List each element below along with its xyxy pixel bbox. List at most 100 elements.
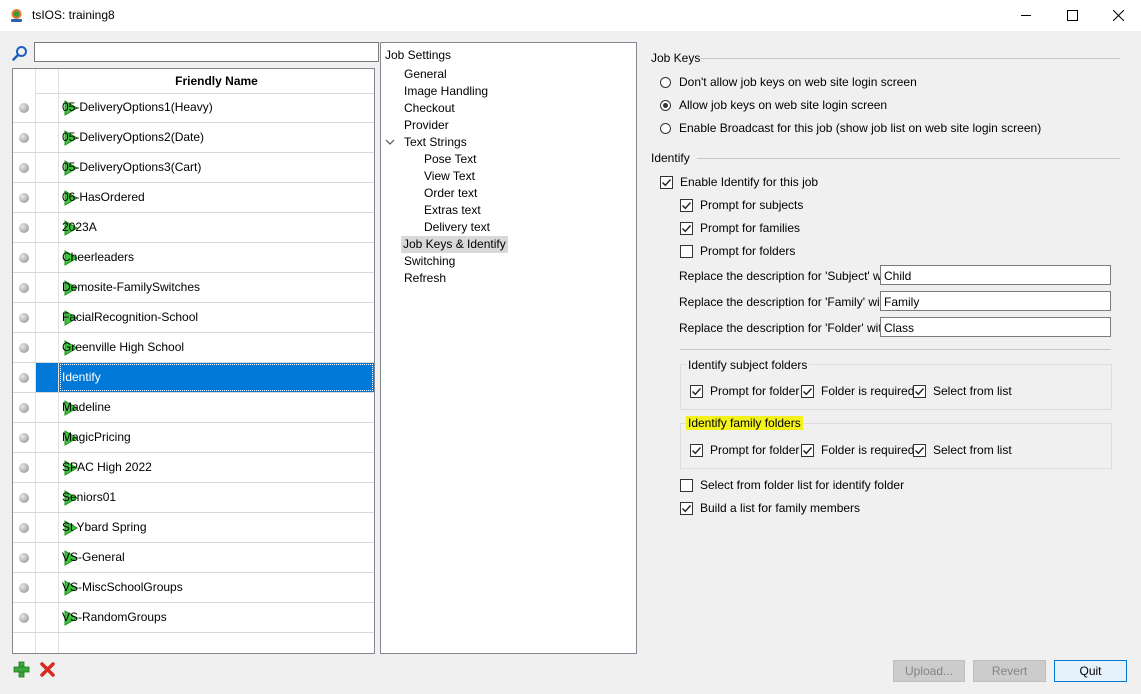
table-row[interactable]: Cheerleaders — [13, 243, 374, 273]
tree-item-job-keys-identify[interactable]: Job Keys & Identify — [401, 236, 508, 253]
tree-item-provider[interactable]: Provider — [404, 117, 449, 134]
table-row[interactable]: 06-HasOrdered — [13, 183, 374, 213]
table-row[interactable]: Demosite-FamilySwitches — [13, 273, 374, 303]
table-row[interactable]: Seniors01 — [13, 483, 374, 513]
checkbox-checked-icon[interactable] — [801, 443, 814, 457]
status-dot-icon — [19, 433, 29, 443]
tree-item-order-text[interactable]: Order text — [424, 185, 477, 202]
radio-no-job-keys-circle[interactable] — [660, 76, 671, 88]
checkbox-checked-icon[interactable] — [680, 501, 693, 515]
job-name[interactable]: Identify — [62, 363, 101, 392]
family-folder-required-checkbox[interactable]: Folder is required — [801, 442, 914, 458]
tree-item-pose-text[interactable]: Pose Text — [424, 151, 476, 168]
table-row[interactable]: MagicPricing — [13, 423, 374, 453]
tree-item-refresh[interactable]: Refresh — [404, 270, 446, 287]
folder-description-field[interactable]: Class — [880, 317, 1111, 337]
job-name[interactable]: MagicPricing — [62, 423, 131, 452]
jobs-grid: Friendly Name 05-DeliveryOptions1(Heavy)… — [12, 68, 375, 654]
checkbox-checked-icon[interactable] — [801, 384, 814, 398]
upload-button[interactable]: Upload... — [893, 660, 965, 682]
close-icon — [1112, 10, 1124, 21]
table-row[interactable]: Identify — [13, 363, 374, 393]
checkbox-checked-icon[interactable] — [913, 443, 926, 457]
subject-folder-required-checkbox[interactable]: Folder is required — [801, 383, 914, 399]
tree-item-extras-text[interactable]: Extras text — [424, 202, 481, 219]
delete-job-icon[interactable] — [39, 661, 56, 678]
job-name[interactable]: FacialRecognition-School — [62, 303, 198, 332]
job-name[interactable]: 2023A — [62, 213, 97, 242]
status-dot-icon — [19, 493, 29, 503]
prompt-folders-checkbox[interactable]: Prompt for folders — [680, 243, 795, 259]
friendly-name-header[interactable]: Friendly Name — [59, 69, 374, 93]
job-name[interactable]: Greenville High School — [62, 333, 184, 362]
subject-description-field[interactable]: Child — [880, 265, 1111, 285]
minimize-button[interactable] — [1003, 0, 1049, 31]
subject-select-from-list-checkbox[interactable]: Select from list — [913, 383, 1012, 399]
job-name[interactable]: Madeline — [62, 393, 111, 422]
tree-item-checkout[interactable]: Checkout — [404, 100, 455, 117]
checkbox-checked-icon[interactable] — [690, 384, 703, 398]
select-from-folder-list-checkbox[interactable]: Select from folder list for identify fol… — [680, 477, 904, 493]
enable-identify-checkbox[interactable]: Enable Identify for this job — [660, 174, 818, 190]
job-name[interactable]: 06-HasOrdered — [62, 183, 145, 212]
table-row[interactable]: VS-RandomGroups — [13, 603, 374, 633]
job-name[interactable]: VS-RandomGroups — [62, 603, 167, 632]
subject-prompt-folder-checkbox[interactable]: Prompt for folder — [690, 383, 799, 399]
table-row[interactable]: St Ybard Spring — [13, 513, 374, 543]
job-name[interactable]: VS-General — [62, 543, 125, 572]
radio-enable-broadcast[interactable]: Enable Broadcast for this job (show job … — [660, 120, 1041, 136]
tree-item-text-strings[interactable]: Text Strings — [404, 134, 467, 151]
revert-button[interactable]: Revert — [973, 660, 1046, 682]
radio-no-job-keys[interactable]: Don't allow job keys on web site login s… — [660, 74, 917, 90]
checkbox-unchecked-icon[interactable] — [680, 478, 693, 492]
checkbox-checked-icon[interactable] — [690, 443, 703, 457]
checkbox-checked-icon[interactable] — [913, 384, 926, 398]
family-description-field[interactable]: Family — [880, 291, 1111, 311]
table-row[interactable]: SPAC High 2022 — [13, 453, 374, 483]
tree-item-image-handling[interactable]: Image Handling — [404, 83, 488, 100]
checkbox-checked-icon[interactable] — [680, 221, 693, 235]
job-name[interactable]: St Ybard Spring — [62, 513, 147, 542]
tree-item-view-text[interactable]: View Text — [424, 168, 475, 185]
table-row[interactable]: Madeline — [13, 393, 374, 423]
checkbox-checked-icon[interactable] — [680, 198, 693, 212]
tree-item-switching[interactable]: Switching — [404, 253, 455, 270]
family-select-from-list-checkbox[interactable]: Select from list — [913, 442, 1012, 458]
radio-allow-job-keys-circle[interactable] — [660, 99, 671, 111]
job-name[interactable]: Cheerleaders — [62, 243, 134, 272]
job-name[interactable]: Seniors01 — [62, 483, 116, 512]
tree-item-general[interactable]: General — [404, 66, 447, 83]
maximize-button[interactable] — [1049, 0, 1095, 31]
radio-allow-job-keys[interactable]: Allow job keys on web site login screen — [660, 97, 887, 113]
tree-item-delivery-text[interactable]: Delivery text — [424, 219, 490, 236]
search-input[interactable] — [34, 42, 379, 62]
job-name[interactable]: Demosite-FamilySwitches — [62, 273, 200, 302]
job-name[interactable]: 05-DeliveryOptions3(Cart) — [62, 153, 201, 182]
table-row[interactable]: 05-DeliveryOptions3(Cart) — [13, 153, 374, 183]
table-row[interactable]: Greenville High School — [13, 333, 374, 363]
table-row[interactable]: VS-MiscSchoolGroups — [13, 573, 374, 603]
table-row[interactable]: VS-General — [13, 543, 374, 573]
job-name[interactable]: 05-DeliveryOptions1(Heavy) — [62, 93, 213, 122]
build-family-list-checkbox[interactable]: Build a list for family members — [680, 500, 860, 516]
checkbox-unchecked-icon[interactable] — [680, 244, 693, 258]
close-button[interactable] — [1095, 0, 1141, 31]
table-row[interactable]: 2023A — [13, 213, 374, 243]
radio-enable-broadcast-circle[interactable] — [660, 122, 671, 134]
family-prompt-folder-checkbox[interactable]: Prompt for folder — [690, 442, 799, 458]
prompt-families-checkbox[interactable]: Prompt for families — [680, 220, 800, 236]
grid-header: Friendly Name — [13, 69, 374, 94]
job-name[interactable]: 05-DeliveryOptions2(Date) — [62, 123, 204, 152]
add-job-icon[interactable] — [13, 661, 30, 678]
quit-button[interactable]: Quit — [1054, 660, 1127, 682]
job-name[interactable]: SPAC High 2022 — [62, 453, 152, 482]
job-name[interactable]: VS-MiscSchoolGroups — [62, 573, 183, 602]
chevron-down-icon[interactable] — [385, 138, 395, 146]
prompt-subjects-checkbox[interactable]: Prompt for subjects — [680, 197, 803, 213]
checkbox-checked-icon[interactable] — [660, 175, 673, 189]
table-row[interactable]: 05-DeliveryOptions1(Heavy) — [13, 93, 374, 123]
status-dot-icon — [19, 103, 29, 113]
table-row[interactable]: FacialRecognition-School — [13, 303, 374, 333]
tree-item-job-settings[interactable]: Job Settings — [385, 47, 451, 64]
table-row[interactable]: 05-DeliveryOptions2(Date) — [13, 123, 374, 153]
